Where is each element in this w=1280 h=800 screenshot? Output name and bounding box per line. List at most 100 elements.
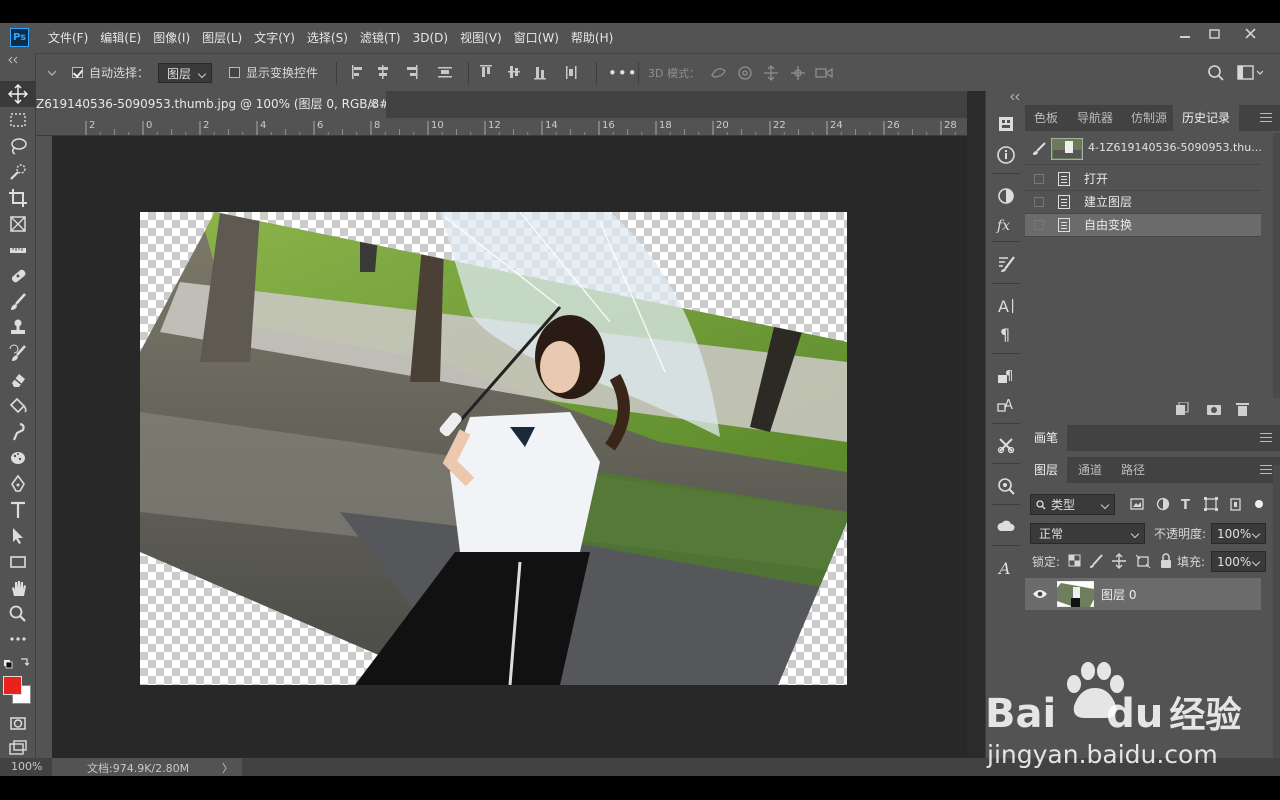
menu-edit[interactable]: 编辑(E) bbox=[94, 23, 147, 53]
close-document-button[interactable]: × bbox=[368, 91, 378, 118]
tab-navigator[interactable]: 导航器 bbox=[1068, 105, 1122, 131]
crop-tool[interactable] bbox=[0, 185, 36, 211]
pen-tool[interactable] bbox=[0, 471, 36, 497]
menu-layer[interactable]: 图层(L) bbox=[196, 23, 248, 53]
horizontal-ruler[interactable]: 2 0 2 4 6 8 10 12 14 16 18 20 22 24 26 28 bbox=[36, 118, 967, 136]
maximize-button[interactable] bbox=[1198, 23, 1232, 47]
healing-brush-tool[interactable] bbox=[0, 263, 36, 289]
tab-brush[interactable]: 画笔 bbox=[1025, 425, 1068, 451]
marquee-tool[interactable] bbox=[0, 107, 36, 133]
lock-buttons[interactable] bbox=[1068, 553, 1173, 569]
history-brush-tool[interactable] bbox=[0, 341, 36, 367]
hand-tool[interactable] bbox=[0, 575, 36, 601]
glyphs-panel-button[interactable]: A bbox=[986, 555, 1026, 581]
tab-history[interactable]: 历史记录 bbox=[1173, 105, 1240, 131]
default-swap-colors-icon[interactable] bbox=[3, 657, 33, 671]
close-window-button[interactable] bbox=[1234, 23, 1268, 47]
rectangle-tool[interactable] bbox=[0, 549, 36, 575]
history-step-open[interactable]: 打开 bbox=[1025, 168, 1261, 191]
opacity-input[interactable]: 100% bbox=[1211, 523, 1266, 544]
brush-settings-panel-button[interactable] bbox=[986, 251, 1026, 277]
collapse-panels-chevron-icon[interactable] bbox=[1010, 94, 1022, 100]
character-panel-button[interactable]: A bbox=[986, 293, 1026, 319]
document-canvas[interactable] bbox=[140, 212, 847, 685]
quick-selection-tool[interactable] bbox=[0, 159, 36, 185]
tab-paths[interactable]: 路径 bbox=[1112, 457, 1154, 483]
menu-view[interactable]: 视图(V) bbox=[454, 23, 508, 53]
tool-presets-panel-button[interactable] bbox=[986, 432, 1026, 458]
menu-select[interactable]: 选择(S) bbox=[301, 23, 354, 53]
photoshop-logo-icon[interactable]: Ps bbox=[10, 28, 29, 47]
layers-scrollbar[interactable] bbox=[1273, 465, 1280, 758]
menu-help[interactable]: 帮助(H) bbox=[565, 23, 619, 53]
layer-filter-select[interactable]: 类型 bbox=[1030, 494, 1115, 515]
styles-panel-button[interactable]: fx bbox=[986, 212, 1026, 238]
adjustments-panel-button[interactable] bbox=[986, 183, 1026, 209]
auto-select-target-select[interactable]: 图层 bbox=[158, 62, 212, 83]
align-buttons-group[interactable] bbox=[350, 64, 460, 82]
tab-channels[interactable]: 通道 bbox=[1069, 457, 1111, 483]
history-step-free-transform[interactable]: 自由变换 bbox=[1025, 214, 1261, 237]
3d-mode-buttons-group[interactable] bbox=[708, 63, 838, 83]
dodge-tool[interactable] bbox=[0, 445, 36, 471]
minimize-button[interactable] bbox=[1168, 23, 1202, 47]
smudge-tool[interactable] bbox=[0, 419, 36, 445]
menu-3d[interactable]: 3D(D) bbox=[407, 23, 454, 53]
history-panel-menu-button[interactable] bbox=[1260, 113, 1272, 123]
paragraph-styles-panel-button[interactable]: ¶ bbox=[986, 363, 1026, 389]
toolbar-collapse-handle[interactable] bbox=[0, 55, 36, 65]
zoom-tool[interactable] bbox=[0, 601, 36, 627]
layers-panel-menu-button[interactable] bbox=[1260, 465, 1272, 475]
frame-tool[interactable] bbox=[0, 211, 36, 237]
clone-stamp-tool[interactable] bbox=[0, 315, 36, 341]
document-tab[interactable]: Z619140536-5090953.thumb.jpg @ 100% (图层 … bbox=[36, 91, 386, 118]
tab-swatches[interactable]: 色板 bbox=[1025, 105, 1067, 131]
show-transform-checkbox[interactable] bbox=[229, 67, 240, 78]
menu-type[interactable]: 文字(Y) bbox=[248, 23, 301, 53]
blend-mode-select[interactable]: 正常 bbox=[1030, 523, 1145, 544]
history-footer-buttons[interactable] bbox=[1175, 402, 1255, 416]
more-options-button[interactable]: ••• bbox=[608, 54, 638, 91]
menu-file[interactable]: 文件(F) bbox=[42, 23, 94, 53]
zoom-level[interactable]: 100% bbox=[11, 760, 42, 773]
layer-row[interactable]: 图层 0 bbox=[1025, 578, 1261, 610]
history-step-checkbox[interactable] bbox=[1034, 197, 1044, 207]
paragraph-panel-button[interactable]: ¶ bbox=[986, 321, 1026, 347]
history-step-checkbox[interactable] bbox=[1034, 174, 1044, 184]
history-brush-source-icon[interactable] bbox=[1031, 142, 1047, 156]
brush-panel-menu-button[interactable] bbox=[1260, 433, 1272, 443]
menu-image[interactable]: 图像(I) bbox=[147, 23, 196, 53]
tab-layers[interactable]: 图层 bbox=[1025, 457, 1068, 483]
lasso-tool[interactable] bbox=[0, 133, 36, 159]
auto-select-checkbox[interactable] bbox=[72, 67, 83, 78]
eraser-tool[interactable] bbox=[0, 367, 36, 393]
info-panel-button[interactable] bbox=[986, 142, 1026, 168]
brush-tool[interactable] bbox=[0, 289, 36, 315]
foreground-color-swatch[interactable] bbox=[3, 676, 22, 695]
menu-window[interactable]: 窗口(W) bbox=[508, 23, 565, 53]
paint-bucket-tool[interactable] bbox=[0, 393, 36, 419]
history-step-new-layer[interactable]: 建立图层 bbox=[1025, 191, 1261, 214]
libraries-panel-button[interactable] bbox=[986, 514, 1026, 540]
edit-toolbar-button[interactable] bbox=[0, 629, 36, 649]
distribute-buttons-group[interactable] bbox=[478, 64, 586, 82]
vertical-ruler[interactable] bbox=[36, 136, 52, 758]
tab-clone-source[interactable]: 仿制源 bbox=[1122, 105, 1176, 131]
properties-panel-button[interactable] bbox=[986, 111, 1026, 137]
quick-mask-button[interactable] bbox=[0, 710, 36, 736]
history-scrollbar[interactable] bbox=[1273, 133, 1280, 398]
workspace-switcher-icon[interactable] bbox=[1237, 65, 1263, 81]
history-step-checkbox[interactable] bbox=[1034, 220, 1044, 230]
layer-filter-buttons[interactable]: T bbox=[1128, 496, 1273, 514]
learn-panel-button[interactable] bbox=[986, 473, 1026, 499]
eyedropper-ruler-tool[interactable] bbox=[0, 237, 36, 263]
search-icon[interactable] bbox=[1207, 64, 1225, 82]
type-tool[interactable] bbox=[0, 497, 36, 523]
move-tool[interactable] bbox=[0, 81, 36, 107]
history-snapshot-row[interactable]: 4-1Z619140536-5090953.thu... bbox=[1025, 133, 1262, 165]
status-menu-arrow[interactable]: 〉 bbox=[222, 760, 233, 776]
path-selection-tool[interactable] bbox=[0, 523, 36, 549]
menu-filter[interactable]: 滤镜(T) bbox=[354, 23, 407, 53]
fill-input[interactable]: 100% bbox=[1211, 551, 1266, 572]
eye-icon[interactable] bbox=[1032, 588, 1048, 600]
